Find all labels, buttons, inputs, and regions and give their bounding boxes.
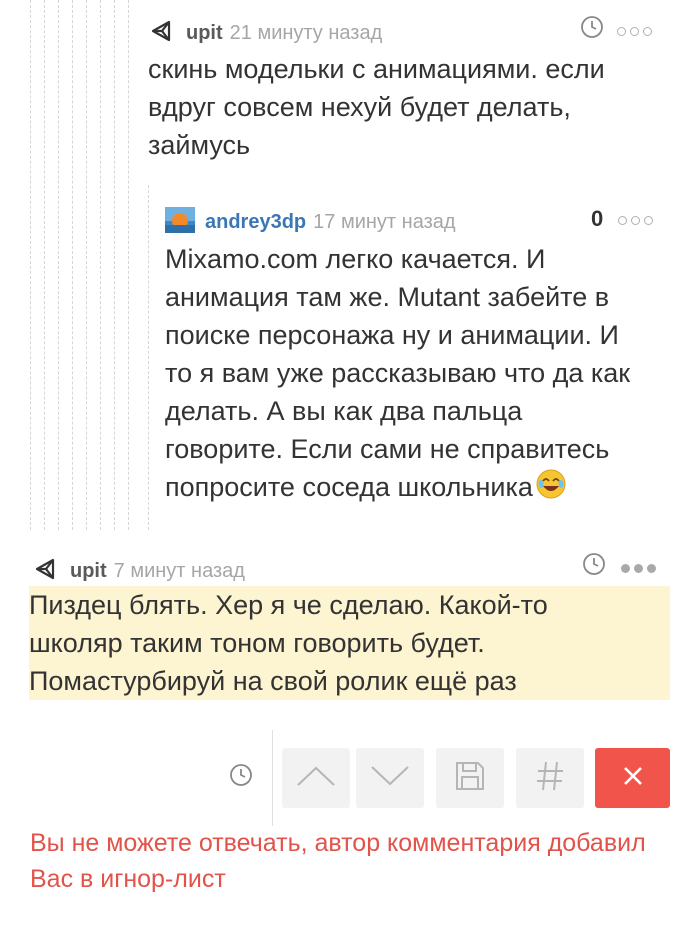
- comment-header: upit 21 минуту назад: [150, 18, 382, 49]
- comment-body: скинь модельки с анимациями. если вдруг …: [148, 50, 678, 164]
- thread-line: [30, 0, 31, 530]
- more-menu-icon[interactable]: [618, 216, 653, 225]
- laughing-emoji-icon: [535, 468, 567, 510]
- downvote-button[interactable]: [356, 748, 424, 808]
- comment-line: вдруг совсем нехуй будет делать,: [148, 92, 571, 122]
- comment-line: скинь модельки с анимациями. если: [148, 54, 605, 84]
- comment-header: andrey3dp 17 минут назад: [165, 207, 456, 238]
- clock-icon[interactable]: [580, 15, 604, 44]
- comment-line: займусь: [148, 130, 251, 160]
- ignore-list-notice: Вы не можете отвечать, автор комментария…: [30, 829, 646, 893]
- save-icon: [454, 760, 486, 797]
- comment-rating: 0: [591, 206, 604, 231]
- save-button[interactable]: [436, 748, 504, 808]
- comment-line: Пиздец блять. Хер я че сделаю. Какой-то: [29, 590, 548, 620]
- comment-line: школяр таким тоном говорить будет.: [29, 628, 485, 658]
- comment-line: поиске персонажа ну и анимации. И: [165, 320, 619, 350]
- more-menu-icon[interactable]: [617, 27, 652, 36]
- toolbar-divider: [272, 730, 273, 826]
- hash-icon: [535, 760, 565, 797]
- thread-line: [128, 0, 129, 530]
- thread-line: [44, 0, 45, 530]
- up-arrow-icon: [296, 764, 336, 793]
- comment-body: Пиздец блять. Хер я че сделаю. Какой-то …: [29, 586, 670, 700]
- comment-line: анимация там же. Mutant забейте в: [165, 282, 610, 312]
- close-button[interactable]: [595, 748, 670, 808]
- upvote-button[interactable]: [282, 748, 350, 808]
- avatar[interactable]: [165, 207, 195, 238]
- clock-icon[interactable]: [582, 552, 606, 581]
- unity-avatar-icon[interactable]: [34, 556, 60, 587]
- comment-body: Mixamo.com легко качается. И анимация та…: [165, 240, 685, 510]
- comment-time: 7 минут назад: [113, 560, 245, 582]
- comment-author[interactable]: upit: [186, 22, 223, 45]
- comment-line: попросите соседа школьника: [165, 472, 533, 503]
- comment-line: делать. А вы как два пальца: [165, 396, 523, 426]
- thread-line: [148, 185, 149, 530]
- down-arrow-icon: [370, 764, 410, 793]
- clock-icon[interactable]: [229, 763, 253, 792]
- thread-line: [114, 0, 115, 530]
- comment-line: Помастурбируй на свой ролик ещё раз: [29, 666, 517, 696]
- thread-line: [86, 0, 87, 530]
- comment-time: 21 минуту назад: [229, 22, 383, 44]
- comment-line: то я вам уже рассказываю что да как: [165, 358, 631, 388]
- close-icon: [622, 765, 644, 792]
- comment-line-with-emoji: попросите соседа школьника: [165, 468, 685, 510]
- comment-line: Mixamo.com легко качается. И: [165, 244, 546, 274]
- unity-avatar-icon[interactable]: [150, 18, 176, 49]
- comment-author[interactable]: andrey3dp: [205, 211, 306, 234]
- more-menu-icon[interactable]: [621, 564, 656, 573]
- comment-author[interactable]: upit: [70, 560, 107, 583]
- thread-line: [72, 0, 73, 530]
- thread-line: [58, 0, 59, 530]
- comment-header: upit 7 минут назад: [34, 556, 245, 587]
- comment-time: 17 минут назад: [313, 211, 456, 233]
- hash-button[interactable]: [516, 748, 584, 808]
- thread-line: [100, 0, 101, 530]
- comment-line: говорите. Если сами не справитесь: [165, 434, 610, 464]
